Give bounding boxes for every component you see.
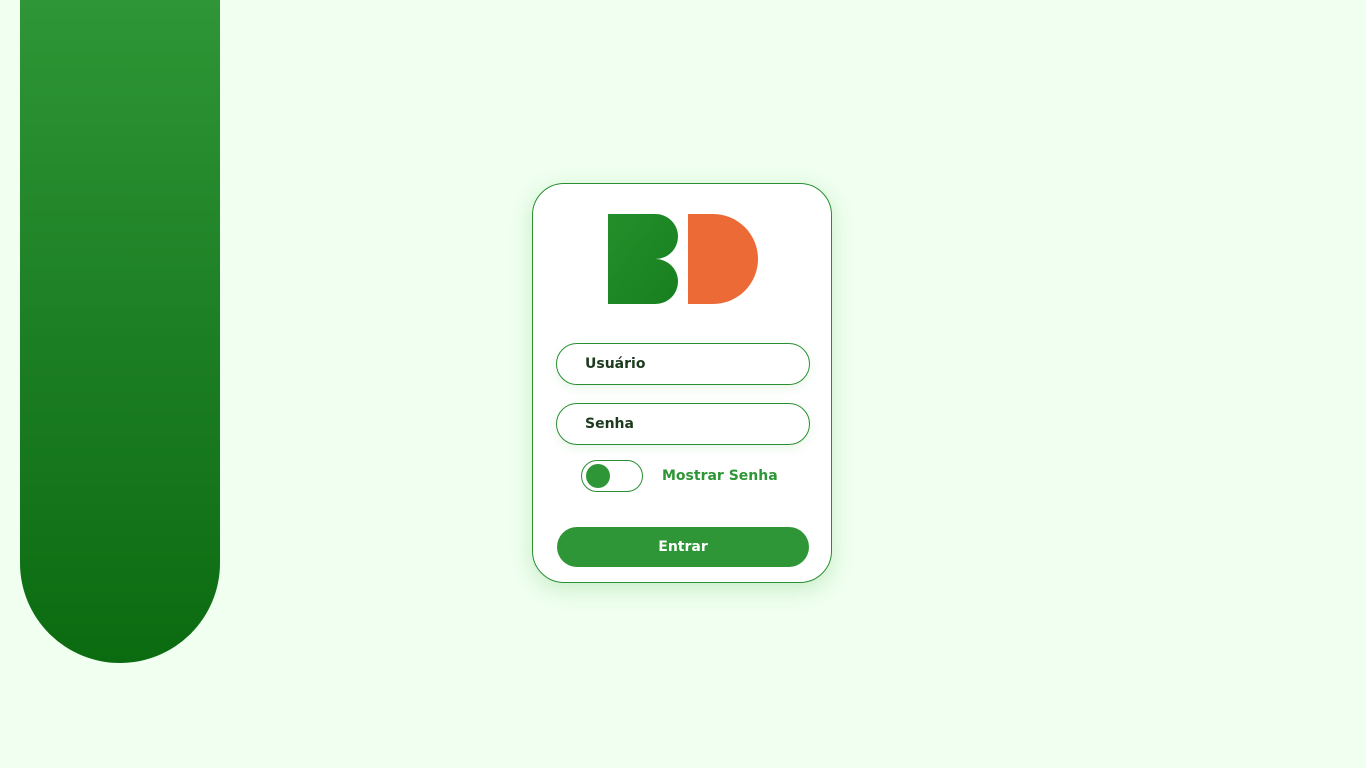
login-button[interactable]: Entrar	[557, 527, 809, 567]
decorative-side-bar	[20, 0, 220, 663]
show-password-label[interactable]: Mostrar Senha	[662, 460, 778, 492]
show-password-row: Mostrar Senha	[581, 460, 801, 492]
login-card: Mostrar Senha Entrar	[532, 183, 832, 583]
show-password-toggle[interactable]	[581, 460, 643, 492]
bd-logo-icon	[608, 214, 758, 304]
password-input[interactable]	[556, 403, 810, 445]
toggle-knob	[586, 464, 610, 488]
logo-d-shape	[688, 214, 758, 304]
username-input[interactable]	[556, 343, 810, 385]
logo-b-shape	[608, 214, 678, 304]
